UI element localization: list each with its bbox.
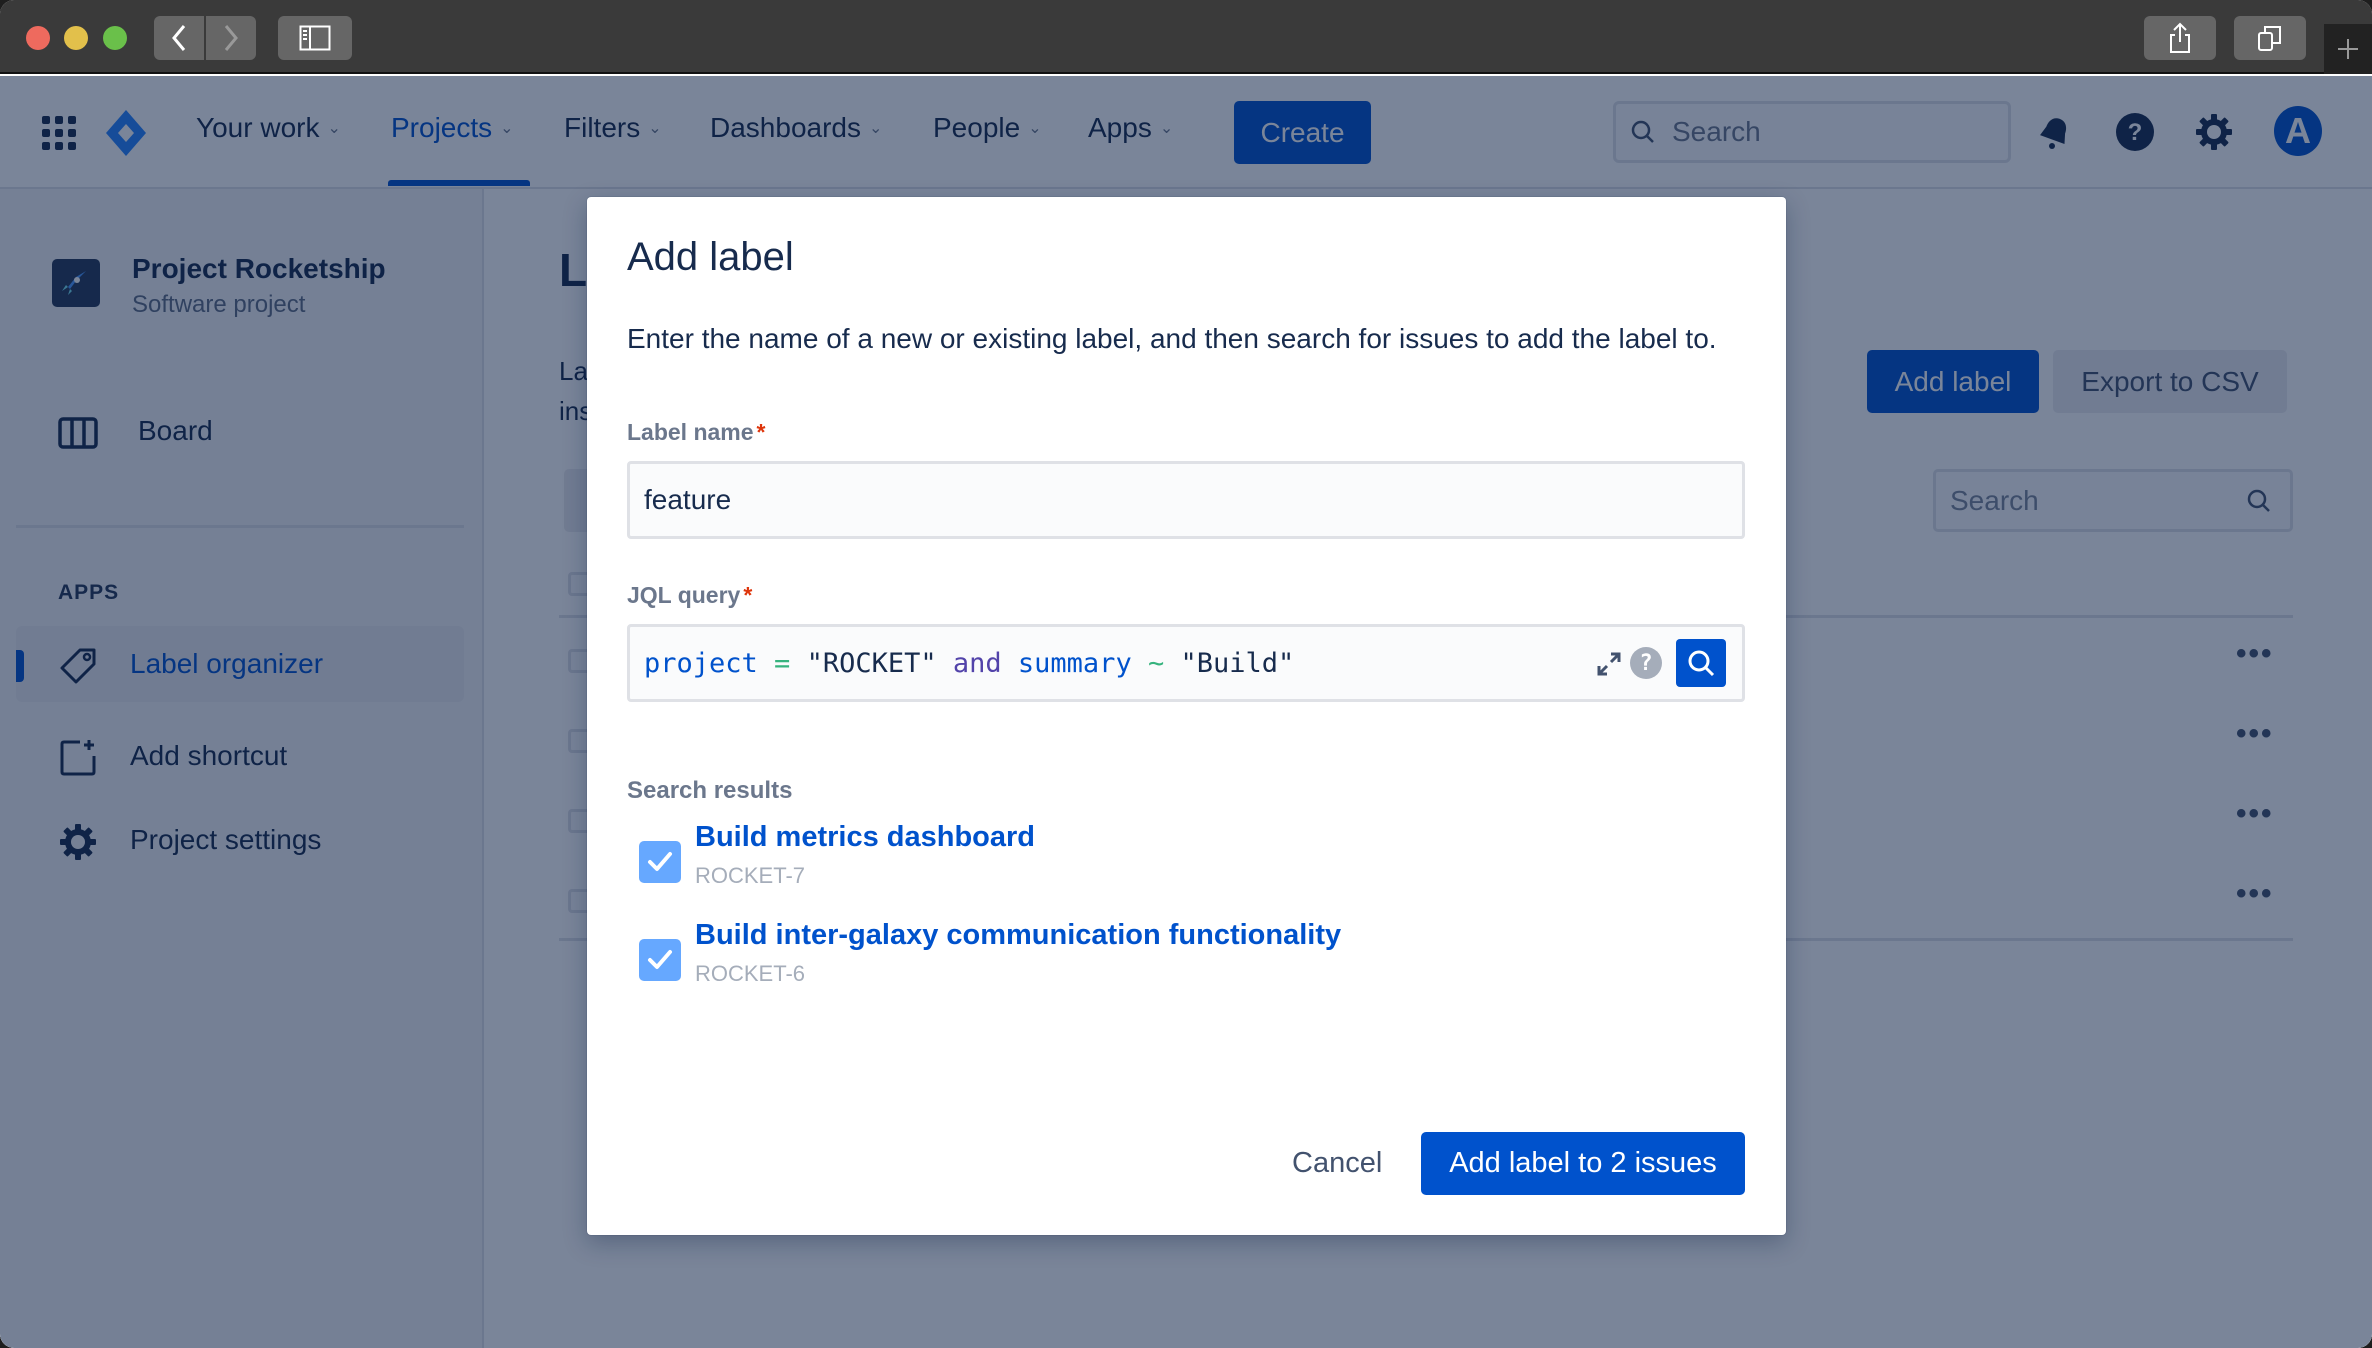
jql-token-value: "Build" [1180,647,1295,679]
jql-token-operator: ~ [1131,647,1181,679]
expand-icon[interactable] [1596,651,1622,677]
result-checkbox[interactable] [639,841,681,883]
jql-token-keyword: and [936,647,1018,679]
result-title-link[interactable]: Build inter-galaxy communication functio… [695,919,1341,952]
label-name-value: feature [644,484,732,515]
result-checkbox[interactable] [639,939,681,981]
search-result-item: Build inter-galaxy communication functio… [639,919,1639,999]
required-marker: * [756,419,766,445]
field-label-text: JQL query [627,582,741,608]
jql-query-label: JQL query * [627,582,752,609]
checkmark-icon [648,852,672,871]
add-label-dialog: Add label Enter the name of a new or exi… [587,197,1786,1235]
label-name-label: Label name * [627,419,766,446]
search-result-item: Build metrics dashboard ROCKET-7 [639,821,1639,901]
tabs-overview-button[interactable] [2234,16,2306,60]
checkmark-icon [648,950,672,969]
jql-token-field: project [644,647,758,679]
required-marker: * [743,582,753,608]
maximize-window-button[interactable] [103,26,127,50]
jql-token-operator: = [757,647,807,679]
new-tab-button[interactable] [2324,24,2372,74]
chevron-right-icon [224,25,238,51]
help-icon[interactable]: ? [1630,647,1662,679]
close-window-button[interactable] [26,26,50,50]
plus-icon [2338,39,2358,59]
cancel-button[interactable]: Cancel [1272,1132,1402,1195]
dialog-title: Add label [627,235,794,279]
label-name-input[interactable]: feature [627,461,1745,539]
sidebar-toggle-icon [299,25,331,51]
jql-token-value: "ROCKET" [806,647,937,679]
search-results-heading: Search results [627,777,793,804]
add-label-submit-button[interactable]: Add label to 2 issues [1421,1132,1745,1195]
result-title-link[interactable]: Build metrics dashboard [695,821,1035,854]
jql-search-button[interactable] [1676,639,1726,687]
back-button[interactable] [154,16,204,60]
browser-titlebar [0,0,2372,74]
share-icon [2170,22,2190,53]
result-issue-key: ROCKET-6 [695,961,806,986]
dialog-description: Enter the name of a new or existing labe… [627,323,1717,354]
share-button[interactable] [2144,16,2216,60]
result-issue-key: ROCKET-7 [695,863,806,888]
tabs-overview-icon [2258,26,2281,51]
sidebar-toggle-button[interactable] [278,16,352,60]
search-icon [1688,650,1715,677]
browser-window: Your work⌄ Projects⌄ Filters⌄ Dashboards… [0,0,2372,1348]
chevron-left-icon [172,25,186,51]
jql-token-field: summary [1017,647,1132,679]
minimize-window-button[interactable] [64,26,88,50]
forward-button[interactable] [206,16,256,60]
field-label-text: Label name [627,419,754,445]
jql-query-input[interactable]: project = "ROCKET" and summary ~ "Build"… [627,624,1745,702]
